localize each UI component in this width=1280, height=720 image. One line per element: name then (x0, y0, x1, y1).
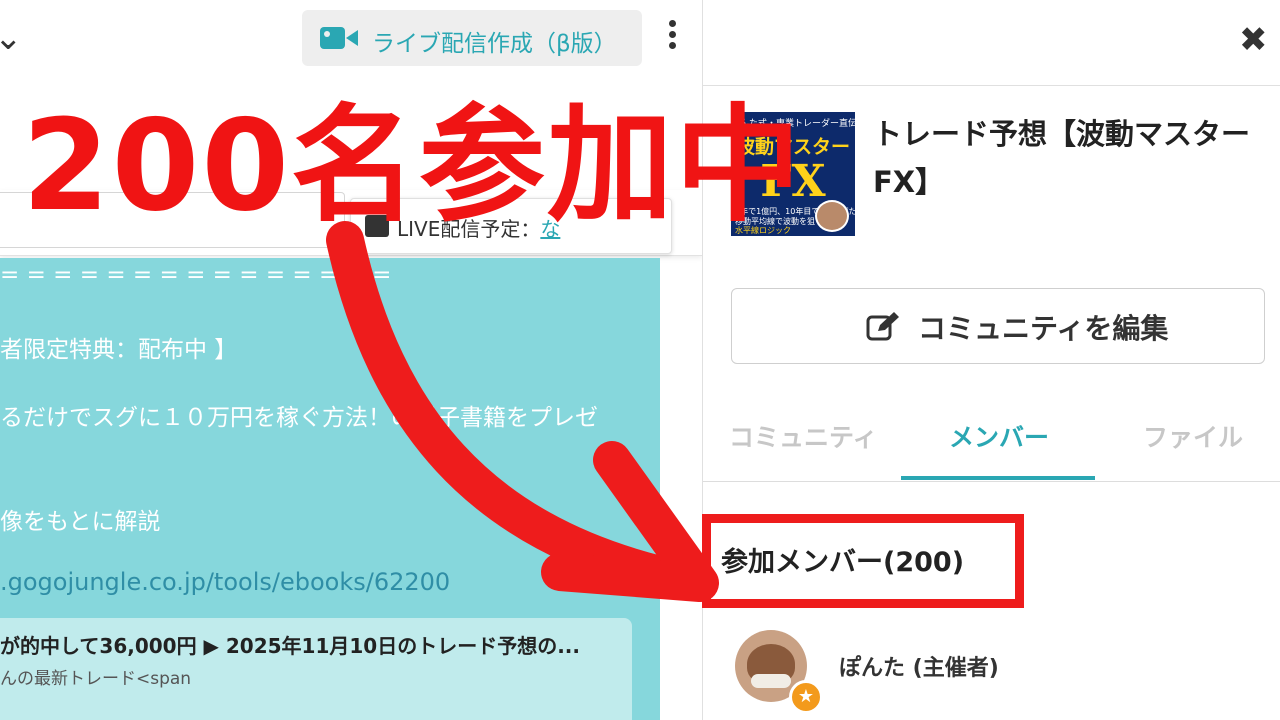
post-bubble: = = = = = = = = = = = = = = = 者限定特典：配布中 … (0, 258, 660, 720)
edit-icon (866, 312, 899, 341)
post-text-line: 者限定特典：配布中 】 (0, 337, 238, 363)
headline-overlay: 200名参加中 (22, 92, 804, 239)
link-preview-card[interactable]: が的中して36,000円 ▶ 2025年11月10日のトレード予想の... んの… (0, 618, 632, 720)
member-name: ぽんた (主催者) (839, 656, 999, 681)
community-title: トレード予想【波動マスターFX】 (873, 117, 1251, 199)
more-menu-icon[interactable] (664, 20, 680, 54)
tab-members[interactable]: メンバー (949, 418, 1049, 454)
link-preview-title: が的中して36,000円 ▶ 2025年11月10日のトレード予想の... (0, 634, 581, 658)
post-divider-line: = = = = = = = = = = = = = = = (0, 262, 392, 288)
tab-community[interactable]: コミュニティ (729, 418, 878, 454)
member-list-item[interactable]: ★ ぽんた (主催者) (735, 630, 1255, 714)
chevron-down-icon[interactable]: ⌄ (0, 18, 23, 58)
post-link[interactable]: .gogojungle.co.jp/tools/ebooks/62200 (0, 568, 450, 596)
highlight-box-annotation (702, 514, 1024, 608)
organizer-star-icon: ★ (789, 680, 823, 714)
edit-community-button[interactable]: コミュニティを編集 (731, 288, 1265, 364)
screenshot-stage: ⌄ ライブ配信作成（β版） LIVE配信予定：な = = = = = = = =… (0, 0, 1280, 720)
panel-header: ✖ (703, 0, 1280, 86)
edit-community-label: コミュニティを編集 (918, 312, 1169, 345)
video-camera-icon (320, 27, 358, 49)
create-live-button[interactable]: ライブ配信作成（β版） (302, 10, 642, 66)
link-preview-description: んの最新トレード<span (0, 669, 192, 689)
active-tab-indicator (901, 476, 1095, 480)
feed-top-bar: ⌄ ライブ配信作成（β版） (0, 0, 702, 80)
close-icon[interactable]: ✖ (1239, 20, 1268, 60)
post-text-line: 像をもとに解説 (0, 509, 161, 535)
mascot-image (815, 200, 849, 232)
post-text-line: るだけでスグに１０万円を稼ぐ方法！の電子書籍をプレゼ (0, 405, 598, 431)
panel-tabs: コミュニティ メンバー ファイル (703, 400, 1280, 482)
tab-files[interactable]: ファイル (1143, 418, 1243, 454)
create-live-label: ライブ配信作成（β版） (372, 31, 617, 57)
